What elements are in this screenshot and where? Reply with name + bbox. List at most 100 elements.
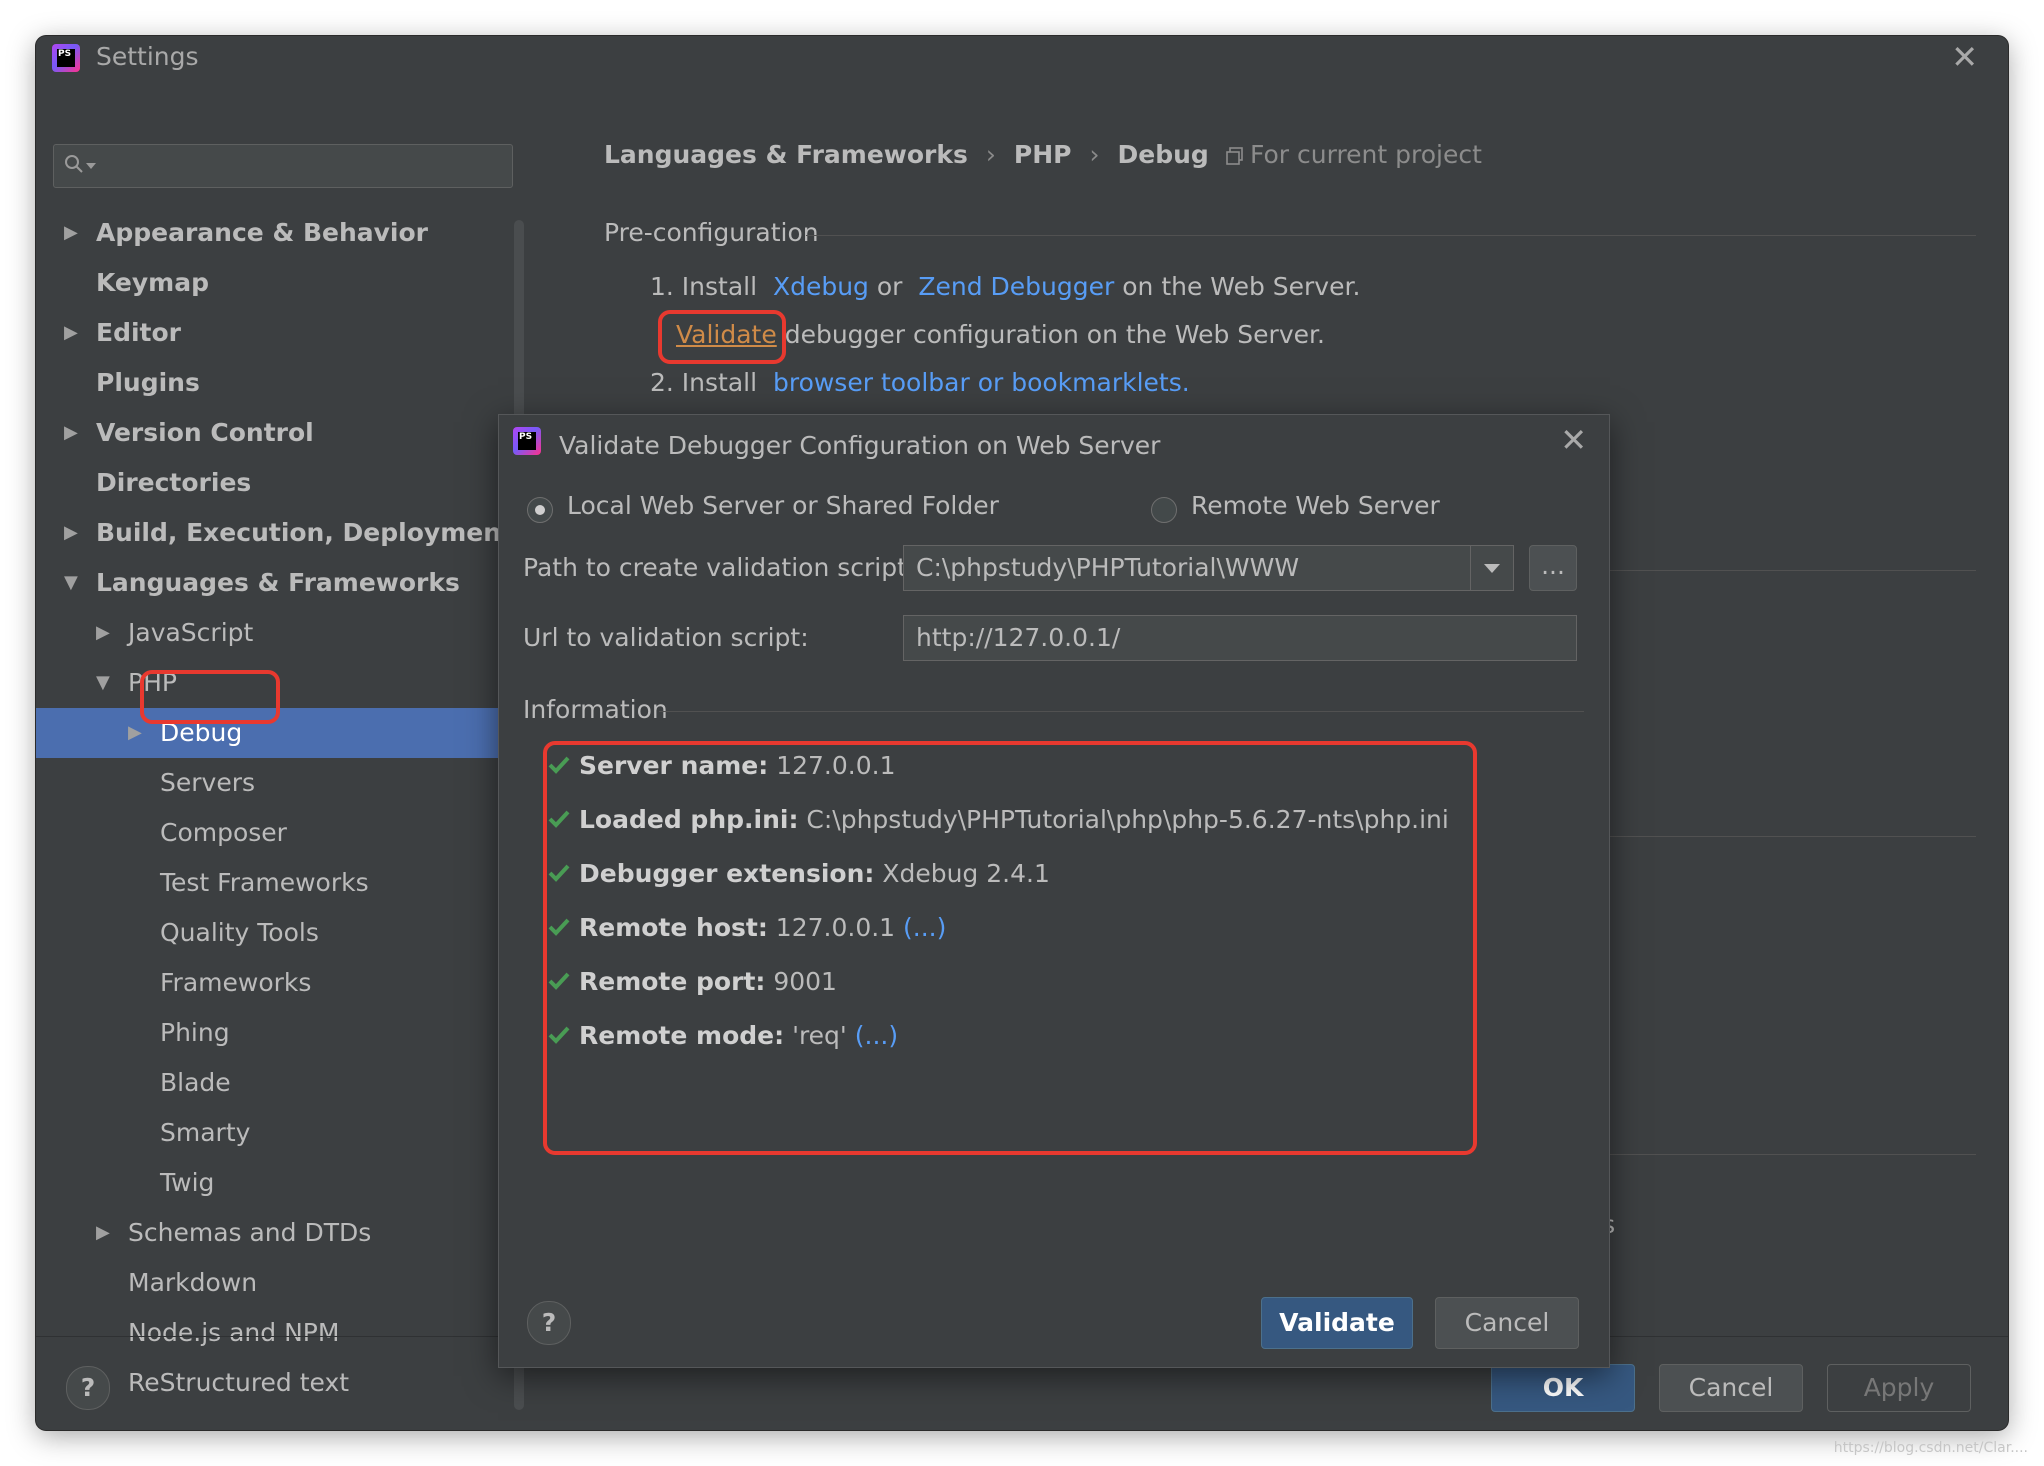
- sidebar-item-label: Editor: [96, 318, 181, 347]
- local-server-radio[interactable]: [527, 497, 553, 523]
- ok-button[interactable]: OK: [1491, 1364, 1635, 1412]
- sidebar-item[interactable]: Smarty: [36, 1108, 498, 1158]
- sidebar-item-label: Twig: [160, 1168, 215, 1197]
- sidebar-item-label: Markdown: [128, 1268, 258, 1297]
- sidebar-item[interactable]: Node.js and NPM: [36, 1308, 498, 1358]
- sidebar-item-label: Node.js and NPM: [128, 1318, 340, 1347]
- section-divider: [806, 235, 1976, 236]
- sidebar-item-label: Test Frameworks: [160, 868, 369, 897]
- sidebar-item[interactable]: Phing: [36, 1008, 498, 1058]
- sidebar-item[interactable]: Quality Tools: [36, 908, 498, 958]
- chevron-right-icon[interactable]: [64, 308, 78, 358]
- sidebar-item-label: Schemas and DTDs: [128, 1218, 372, 1247]
- apply-button[interactable]: Apply: [1827, 1364, 1971, 1412]
- dialog-title: Validate Debugger Configuration on Web S…: [559, 431, 1161, 460]
- sidebar-item-label: Composer: [160, 818, 287, 847]
- sidebar-item[interactable]: Editor: [36, 308, 498, 358]
- sidebar-item[interactable]: Schemas and DTDs: [36, 1208, 498, 1258]
- sidebar-item[interactable]: Appearance & Behavior: [36, 208, 498, 258]
- path-label: Path to create validation script:: [523, 553, 916, 582]
- sidebar-item-label: Build, Execution, Deployment: [96, 518, 513, 547]
- close-icon[interactable]: ✕: [1951, 38, 1978, 76]
- zend-debugger-link[interactable]: Zend Debugger: [918, 272, 1114, 301]
- sidebar-item-label: JavaScript: [128, 618, 254, 647]
- path-combobox[interactable]: C:\phpstudy\PHPTutorial\WWW: [903, 545, 1514, 591]
- section-divider: [659, 711, 1584, 712]
- sidebar-item[interactable]: Keymap: [36, 258, 498, 308]
- breadcrumb-separator-icon: ›: [985, 140, 996, 169]
- sidebar-item[interactable]: Twig: [36, 1158, 498, 1208]
- sidebar-item-label: Languages & Frameworks: [96, 568, 460, 597]
- sidebar-item[interactable]: Directories: [36, 458, 498, 508]
- section-divider: [1571, 1154, 1976, 1155]
- phpstorm-logo-icon: [513, 427, 541, 455]
- sidebar-item[interactable]: Servers: [36, 758, 498, 808]
- sidebar-item-label: Servers: [160, 768, 256, 797]
- search-history-chevron-icon[interactable]: [86, 163, 96, 171]
- sidebar-item-label: Version Control: [96, 418, 314, 447]
- chevron-down-icon[interactable]: [1470, 546, 1513, 590]
- phpstorm-logo-icon: [52, 44, 80, 72]
- sidebar-item-label: ReStructured text: [128, 1368, 350, 1397]
- chevron-right-icon[interactable]: [96, 608, 110, 658]
- scope-label-text: For current project: [1250, 140, 1482, 169]
- browser-toolbar-link[interactable]: browser toolbar or bookmarklets.: [773, 368, 1190, 397]
- sidebar-item[interactable]: Frameworks: [36, 958, 498, 1008]
- preconfig-step-2: 2. Install browser toolbar or bookmarkle…: [650, 368, 1190, 397]
- sidebar-item[interactable]: Test Frameworks: [36, 858, 498, 908]
- sidebar-item[interactable]: Plugins: [36, 358, 498, 408]
- sidebar-item[interactable]: Version Control: [36, 408, 498, 458]
- sidebar-item[interactable]: Markdown: [36, 1258, 498, 1308]
- remote-server-radio[interactable]: [1151, 497, 1177, 523]
- chevron-right-icon[interactable]: [64, 508, 78, 558]
- sidebar-item-label: Phing: [160, 1018, 230, 1047]
- xdebug-link[interactable]: Xdebug: [773, 272, 869, 301]
- preconfig-title: Pre-configuration: [604, 218, 819, 247]
- section-divider: [1571, 836, 1976, 837]
- sidebar-item[interactable]: Composer: [36, 808, 498, 858]
- sidebar-item[interactable]: JavaScript: [36, 608, 498, 658]
- highlight-box: [140, 670, 280, 724]
- step-text: or: [876, 272, 903, 301]
- validate-button[interactable]: Validate: [1261, 1297, 1413, 1349]
- section-divider: [1571, 570, 1976, 571]
- url-input[interactable]: http://127.0.0.1/: [903, 615, 1577, 661]
- dialog-close-icon[interactable]: ✕: [1560, 421, 1587, 459]
- url-label: Url to validation script:: [523, 623, 809, 652]
- chevron-down-icon[interactable]: [96, 658, 110, 708]
- sidebar-item-label: Quality Tools: [160, 918, 319, 947]
- project-scope-icon: [1226, 147, 1243, 165]
- sidebar-item-label: Keymap: [96, 268, 210, 297]
- step-text: on the Web Server.: [1122, 272, 1361, 301]
- chevron-right-icon[interactable]: [96, 1208, 110, 1258]
- validate-debugger-dialog: Validate Debugger Configuration on Web S…: [498, 414, 1610, 1368]
- chevron-right-icon[interactable]: [64, 408, 78, 458]
- step-text: 1. Install: [650, 272, 758, 301]
- chevron-right-icon[interactable]: [64, 208, 78, 258]
- breadcrumb-item: Debug: [1117, 140, 1209, 169]
- scope-label: For current project: [1226, 140, 1482, 169]
- search-input[interactable]: [53, 144, 513, 188]
- title-bar: Settings ✕: [36, 36, 2008, 80]
- sidebar-item[interactable]: Build, Execution, Deployment: [36, 508, 513, 558]
- sidebar-item[interactable]: Blade: [36, 1058, 498, 1108]
- breadcrumb-item: Languages & Frameworks: [604, 140, 968, 169]
- search-icon: [65, 155, 83, 173]
- local-server-label[interactable]: Local Web Server or Shared Folder: [567, 491, 999, 520]
- settings-sidebar: Appearance & Behavior Keymap Editor Plugins…: [36, 80, 524, 1410]
- sidebar-item-label: Plugins: [96, 368, 200, 397]
- dialog-help-button[interactable]: ?: [527, 1301, 571, 1345]
- sidebar-item-label: Frameworks: [160, 968, 312, 997]
- preconfig-step-1: 1. Install Xdebug or Zend Debugger on th…: [650, 272, 1360, 301]
- browse-button[interactable]: ...: [1529, 545, 1577, 591]
- sidebar-item[interactable]: Languages & Frameworks: [36, 558, 498, 608]
- cancel-button[interactable]: Cancel: [1659, 1364, 1803, 1412]
- remote-server-label[interactable]: Remote Web Server: [1191, 491, 1440, 520]
- watermark: https://blog.csdn.net/Clar....: [1833, 1440, 2028, 1456]
- path-value: C:\phpstudy\PHPTutorial\WWW: [916, 553, 1300, 582]
- breadcrumb: Languages & Frameworks › PHP › Debug: [604, 140, 1209, 169]
- chevron-down-icon[interactable]: [64, 558, 78, 608]
- help-button[interactable]: ?: [66, 1366, 110, 1410]
- dialog-cancel-button[interactable]: Cancel: [1435, 1297, 1579, 1349]
- sidebar-item-label: Appearance & Behavior: [96, 218, 428, 247]
